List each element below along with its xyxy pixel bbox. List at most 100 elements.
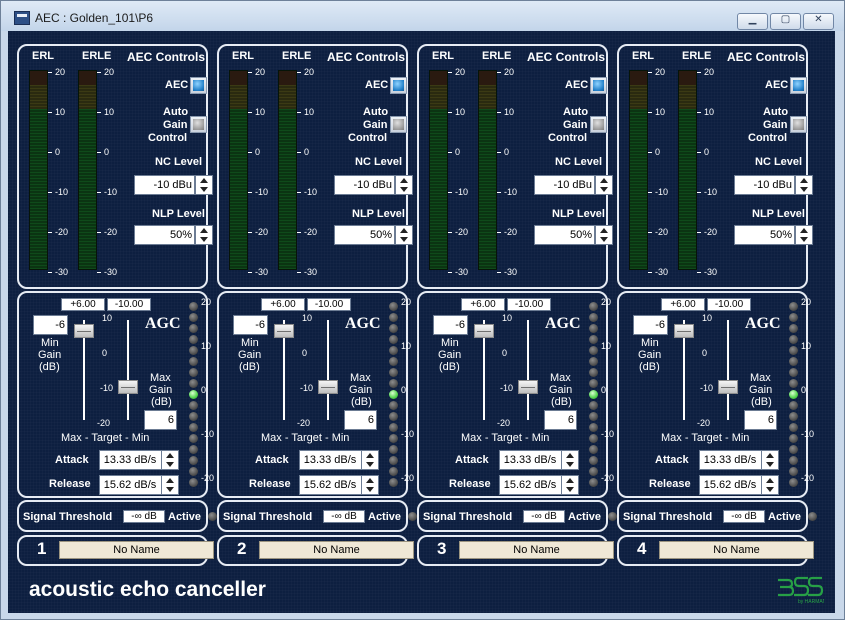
- max-target-slider-thumb[interactable]: [274, 324, 294, 338]
- signal-threshold-value[interactable]: -∞ dB: [323, 510, 365, 523]
- release-spinner[interactable]: [561, 475, 579, 495]
- erle-meter-clip: [79, 71, 96, 85]
- auto-gain-label-3: Control: [548, 132, 588, 144]
- channel-name-field[interactable]: No Name: [259, 541, 414, 559]
- min-target-slider-track: [527, 320, 529, 420]
- aec-toggle[interactable]: [190, 77, 207, 94]
- erle-meter-tick-label: -30: [304, 267, 318, 277]
- agc-led: [389, 324, 398, 333]
- attack-input[interactable]: 13.33 dB/s: [699, 450, 763, 470]
- nc-level-input[interactable]: -10 dBu: [134, 175, 195, 195]
- slider-tick-label: 0: [702, 348, 708, 358]
- aec-toggle[interactable]: [590, 77, 607, 94]
- max-target-value: +6.00: [461, 298, 505, 311]
- erl-meter-warn: [430, 85, 447, 111]
- max-target-slider-thumb[interactable]: [74, 324, 94, 338]
- min-target-slider-thumb[interactable]: [518, 380, 538, 394]
- erl-meter-tick: [48, 72, 52, 73]
- spin-up-icon: [166, 453, 174, 458]
- min-gain-input[interactable]: -6: [233, 315, 268, 335]
- aec-toggle[interactable]: [790, 77, 807, 94]
- agc-led: [189, 423, 198, 432]
- min-target-slider-thumb[interactable]: [118, 380, 138, 394]
- agc-led: [389, 456, 398, 465]
- min-gain-input[interactable]: -6: [433, 315, 468, 335]
- channel-name-field[interactable]: No Name: [59, 541, 214, 559]
- erle-meter-tick-label: 20: [304, 67, 315, 77]
- auto-gain-toggle[interactable]: [390, 116, 407, 133]
- auto-gain-toggle[interactable]: [790, 116, 807, 133]
- nc-level-spinner[interactable]: [795, 175, 813, 195]
- attack-spinner[interactable]: [361, 450, 379, 470]
- attack-spinner[interactable]: [761, 450, 779, 470]
- max-gain-input[interactable]: 6: [144, 410, 177, 430]
- slider-tick-label: 10: [702, 313, 713, 323]
- min-gain-label-2: Gain: [238, 349, 262, 361]
- nlp-level-input[interactable]: 50%: [734, 225, 795, 245]
- attack-spinner[interactable]: [161, 450, 179, 470]
- min-gain-label-1: Min: [41, 337, 59, 349]
- release-input[interactable]: 15.62 dB/s: [299, 475, 363, 495]
- erl-meter-tick: [648, 272, 652, 273]
- maximize-button[interactable]: ▢: [770, 13, 801, 30]
- min-target-slider-thumb[interactable]: [718, 380, 738, 394]
- spin-up-icon: [800, 178, 808, 183]
- release-input[interactable]: 15.62 dB/s: [99, 475, 163, 495]
- agc-led: [389, 412, 398, 421]
- nlp-level-input[interactable]: 50%: [334, 225, 395, 245]
- erle-meter-warn: [79, 85, 96, 111]
- agc-led: [389, 335, 398, 344]
- auto-gain-label-2: Gain: [163, 119, 188, 131]
- nc-level-input[interactable]: -10 dBu: [734, 175, 795, 195]
- erle-meter-tick: [497, 272, 501, 273]
- channel-name-field[interactable]: No Name: [459, 541, 614, 559]
- channel-name-field[interactable]: No Name: [659, 541, 814, 559]
- auto-gain-label-2: Gain: [763, 119, 788, 131]
- signal-threshold-value[interactable]: -∞ dB: [723, 510, 765, 523]
- attack-input[interactable]: 13.33 dB/s: [499, 450, 563, 470]
- auto-gain-label-3: Control: [348, 132, 388, 144]
- attack-input[interactable]: 13.33 dB/s: [299, 450, 363, 470]
- attack-input[interactable]: 13.33 dB/s: [99, 450, 163, 470]
- auto-gain-label-3: Control: [748, 132, 788, 144]
- nc-level-input[interactable]: -10 dBu: [534, 175, 595, 195]
- nc-level-input[interactable]: -10 dBu: [334, 175, 395, 195]
- auto-gain-toggle[interactable]: [190, 116, 207, 133]
- agc-led-active: [789, 390, 798, 399]
- erle-meter-tick-label: -20: [504, 227, 518, 237]
- signal-threshold-label: Signal Threshold: [423, 511, 513, 523]
- max-gain-input[interactable]: 6: [744, 410, 777, 430]
- min-gain-label-3: (dB): [39, 361, 60, 373]
- attack-spinner[interactable]: [561, 450, 579, 470]
- max-gain-label-3: (dB): [351, 396, 372, 408]
- max-target-slider-thumb[interactable]: [474, 324, 494, 338]
- active-label: Active: [168, 511, 202, 523]
- auto-gain-toggle[interactable]: [590, 116, 607, 133]
- aec-toggle[interactable]: [390, 77, 407, 94]
- minimize-button[interactable]: ▁: [737, 13, 768, 30]
- min-gain-input[interactable]: -6: [33, 315, 68, 335]
- nlp-level-input[interactable]: 50%: [534, 225, 595, 245]
- max-gain-input[interactable]: 6: [344, 410, 377, 430]
- close-button[interactable]: ✕: [803, 13, 834, 30]
- signal-threshold-value[interactable]: -∞ dB: [123, 510, 165, 523]
- release-spinner[interactable]: [161, 475, 179, 495]
- min-target-slider-thumb[interactable]: [318, 380, 338, 394]
- min-gain-input[interactable]: -6: [633, 315, 668, 335]
- spin-down-icon: [400, 187, 408, 192]
- nlp-level-input[interactable]: 50%: [134, 225, 195, 245]
- max-gain-input[interactable]: 6: [544, 410, 577, 430]
- agc-led: [189, 412, 198, 421]
- agc-led: [789, 456, 798, 465]
- max-target-slider-thumb[interactable]: [674, 324, 694, 338]
- signal-threshold-value[interactable]: -∞ dB: [523, 510, 565, 523]
- release-input[interactable]: 15.62 dB/s: [499, 475, 563, 495]
- release-spinner[interactable]: [761, 475, 779, 495]
- nlp-level-spinner[interactable]: [795, 225, 813, 245]
- spin-down-icon: [766, 462, 774, 467]
- agc-led: [389, 357, 398, 366]
- spin-down-icon: [766, 487, 774, 492]
- erl-meter-tick-label: 10: [455, 107, 466, 117]
- release-input[interactable]: 15.62 dB/s: [699, 475, 763, 495]
- release-spinner[interactable]: [361, 475, 379, 495]
